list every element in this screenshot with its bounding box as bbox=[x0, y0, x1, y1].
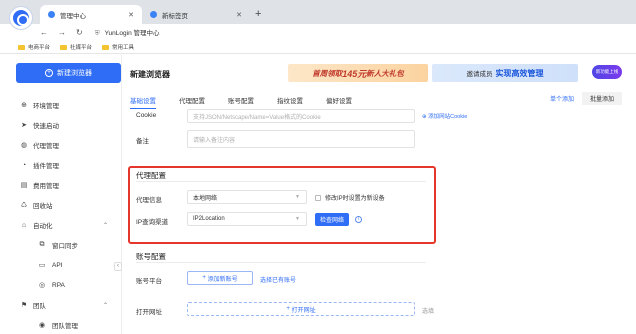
sidebar: + 新建浏览器 ⊕ 环境管理 ➤ 快速启动 ◍ 代理管理 ◔ 插件管理 ▤ 费用管理 ♺ 回… bbox=[12, 55, 122, 334]
bookmark-item[interactable]: 常用工具 bbox=[102, 43, 134, 51]
send-icon: ➤ bbox=[21, 122, 27, 129]
tab-basic[interactable]: 基础设置 bbox=[130, 95, 156, 109]
invite-banner[interactable]: 邀请成员 实现高效管理 bbox=[432, 64, 578, 82]
add-site-cookie-link[interactable]: ⊕ 添加网站Cookie bbox=[422, 112, 467, 120]
bookmark-item[interactable]: 社媒平台 bbox=[60, 43, 92, 51]
tab-favicon-icon bbox=[150, 11, 157, 18]
grid-icon: ⊕ bbox=[21, 102, 27, 109]
recycle-icon: ♺ bbox=[20, 202, 28, 209]
note-label: 备注 bbox=[136, 138, 149, 145]
open-url-button[interactable]: + 打开网址 bbox=[187, 302, 415, 316]
browser-tab-inactive[interactable]: 新标签页 ✕ bbox=[142, 5, 250, 24]
proxy-info-select[interactable]: 本地网络 ▼ bbox=[187, 190, 307, 204]
folder-icon bbox=[60, 44, 68, 50]
note-input[interactable]: 请输入备注内容 bbox=[187, 130, 415, 148]
chevron-up-icon: ⌃ bbox=[102, 222, 108, 229]
new-feature-badge[interactable]: 新功能上线 bbox=[592, 65, 622, 79]
sidebar-item-api[interactable]: ▭ API bbox=[12, 255, 122, 275]
sidebar-item-env[interactable]: ⊕ 环境管理 bbox=[12, 95, 122, 115]
ip-channel-label: IP查询渠道 bbox=[136, 219, 169, 226]
sidebar-item-proxy[interactable]: ◍ 代理管理 bbox=[12, 135, 122, 155]
browser-tab-bar: 管理中心 ✕ 新标签页 ✕ + bbox=[0, 0, 636, 24]
address-bar: ← → ↻ ⛨ YunLogin 管理中心 bbox=[0, 24, 636, 41]
main-content: 新建浏览器 首周领取 145元 新人大礼包 邀请成员 实现高效管理 新功能上线 基础设… bbox=[122, 55, 636, 334]
close-icon[interactable]: ✕ bbox=[236, 11, 242, 19]
api-icon: ▭ bbox=[38, 262, 46, 269]
forward-icon[interactable]: → bbox=[58, 28, 66, 37]
tab-account[interactable]: 账号配置 bbox=[228, 95, 254, 109]
sidebar-item-plugin[interactable]: ◔ 插件管理 bbox=[12, 155, 122, 175]
bookmark-item[interactable]: 电商平台 bbox=[18, 43, 50, 51]
chevron-up-icon: ⌃ bbox=[102, 302, 108, 309]
window-sync-icon: ⧉ bbox=[39, 241, 45, 248]
divider bbox=[136, 262, 426, 263]
open-url-label: 打开网址 bbox=[136, 309, 162, 316]
tab-proxy[interactable]: 代理配置 bbox=[179, 95, 205, 109]
app-logo-icon bbox=[10, 7, 32, 29]
tab-fingerprint[interactable]: 指纹设置 bbox=[277, 95, 303, 109]
sidebar-item-automation[interactable]: ⌂ 自动化 ⌃ bbox=[12, 215, 122, 235]
collapse-sidebar-icon[interactable]: ‹ bbox=[114, 262, 122, 271]
sidebar-item-recycle[interactable]: ♺ 回收站 bbox=[12, 195, 122, 215]
select-existing-account-link[interactable]: 选择已有账号 bbox=[260, 275, 296, 284]
promo-banner[interactable]: 首周领取 145元 新人大礼包 bbox=[288, 64, 428, 82]
settings-tabs: 基础设置 代理配置 账号配置 指纹设置 偏好设置 bbox=[130, 95, 375, 109]
sidebar-item-window-sync[interactable]: ⧉ 窗口同步 bbox=[12, 235, 122, 255]
team-icon: ⚑ bbox=[20, 302, 28, 309]
account-platform-label: 账号平台 bbox=[136, 278, 162, 285]
bookmarks-bar: 电商平台 社媒平台 常用工具 bbox=[0, 41, 636, 54]
open-url-hint: 选填 bbox=[422, 309, 435, 315]
rpa-icon: ◎ bbox=[38, 282, 46, 289]
tab-single-add[interactable]: 单个添加 bbox=[542, 92, 582, 105]
proxy-config-highlight bbox=[128, 166, 436, 244]
ip-channel-select[interactable]: IP2Location ▼ bbox=[187, 212, 307, 226]
new-tab-icon[interactable]: + bbox=[255, 8, 261, 20]
chevron-down-icon: ▼ bbox=[295, 194, 300, 200]
automation-icon: ⌂ bbox=[21, 221, 27, 229]
add-account-button[interactable]: + 添加新账号 bbox=[187, 271, 253, 285]
sidebar-item-team-manage[interactable]: ◉ 团队管理 bbox=[12, 315, 122, 334]
sidebar-menu: ⊕ 环境管理 ➤ 快速启动 ◍ 代理管理 ◔ 插件管理 ▤ 费用管理 ♺ 回收站 ⌂ 自动化 ⌃… bbox=[12, 95, 122, 334]
tab-batch-add[interactable]: 批量添加 bbox=[582, 92, 623, 105]
tab-title: 新标签页 bbox=[162, 12, 188, 20]
add-mode-tabs: 单个添加 批量添加 bbox=[542, 92, 623, 105]
folder-icon bbox=[18, 44, 25, 50]
folder-icon bbox=[102, 44, 110, 50]
chevron-down-icon: ▼ bbox=[295, 216, 300, 222]
back-icon[interactable]: ← bbox=[40, 28, 48, 37]
proxy-info-label: 代理信息 bbox=[136, 197, 162, 204]
tab-favicon-icon bbox=[48, 11, 55, 18]
wallet-icon: ▤ bbox=[20, 182, 28, 189]
plus-icon: + bbox=[45, 69, 53, 77]
url-field[interactable]: ⛨ YunLogin 管理中心 bbox=[95, 27, 160, 38]
proxy-section-title: 代理配置 bbox=[136, 171, 166, 180]
globe-icon: ◍ bbox=[20, 142, 28, 149]
sidebar-item-team[interactable]: ⚑ 团队 ⌃ bbox=[12, 295, 122, 315]
user-icon: ◉ bbox=[38, 322, 46, 329]
checkbox-box bbox=[315, 194, 321, 201]
cookie-input[interactable]: 支持JSON/Netscape/Name=Value格式的Cookie bbox=[187, 109, 415, 123]
sidebar-item-quickstart[interactable]: ➤ 快速启动 bbox=[12, 115, 122, 135]
info-icon[interactable]: i bbox=[355, 216, 362, 223]
divider bbox=[136, 181, 426, 182]
plugin-icon: ◔ bbox=[21, 161, 27, 169]
account-section-title: 账号配置 bbox=[136, 252, 166, 261]
new-device-checkbox[interactable]: 修改IP时设置为新设备 bbox=[315, 193, 385, 202]
cookie-label: Cookie bbox=[136, 112, 157, 119]
check-network-button[interactable]: 检查网络 bbox=[315, 213, 349, 226]
new-browser-button[interactable]: + 新建浏览器 bbox=[16, 63, 121, 83]
tab-title: 管理中心 bbox=[60, 12, 86, 20]
sidebar-item-rpa[interactable]: ◎ RPA bbox=[12, 275, 122, 295]
reload-icon[interactable]: ↻ bbox=[76, 28, 83, 37]
lock-icon: ⛨ bbox=[94, 30, 100, 37]
browser-tab-active[interactable]: 管理中心 ✕ bbox=[40, 5, 142, 24]
close-icon[interactable]: ✕ bbox=[128, 11, 134, 19]
url-text: YunLogin 管理中心 bbox=[104, 30, 160, 37]
sidebar-item-billing[interactable]: ▤ 费用管理 bbox=[12, 175, 122, 195]
page-title: 新建浏览器 bbox=[130, 70, 170, 79]
tab-preference[interactable]: 偏好设置 bbox=[326, 95, 352, 109]
